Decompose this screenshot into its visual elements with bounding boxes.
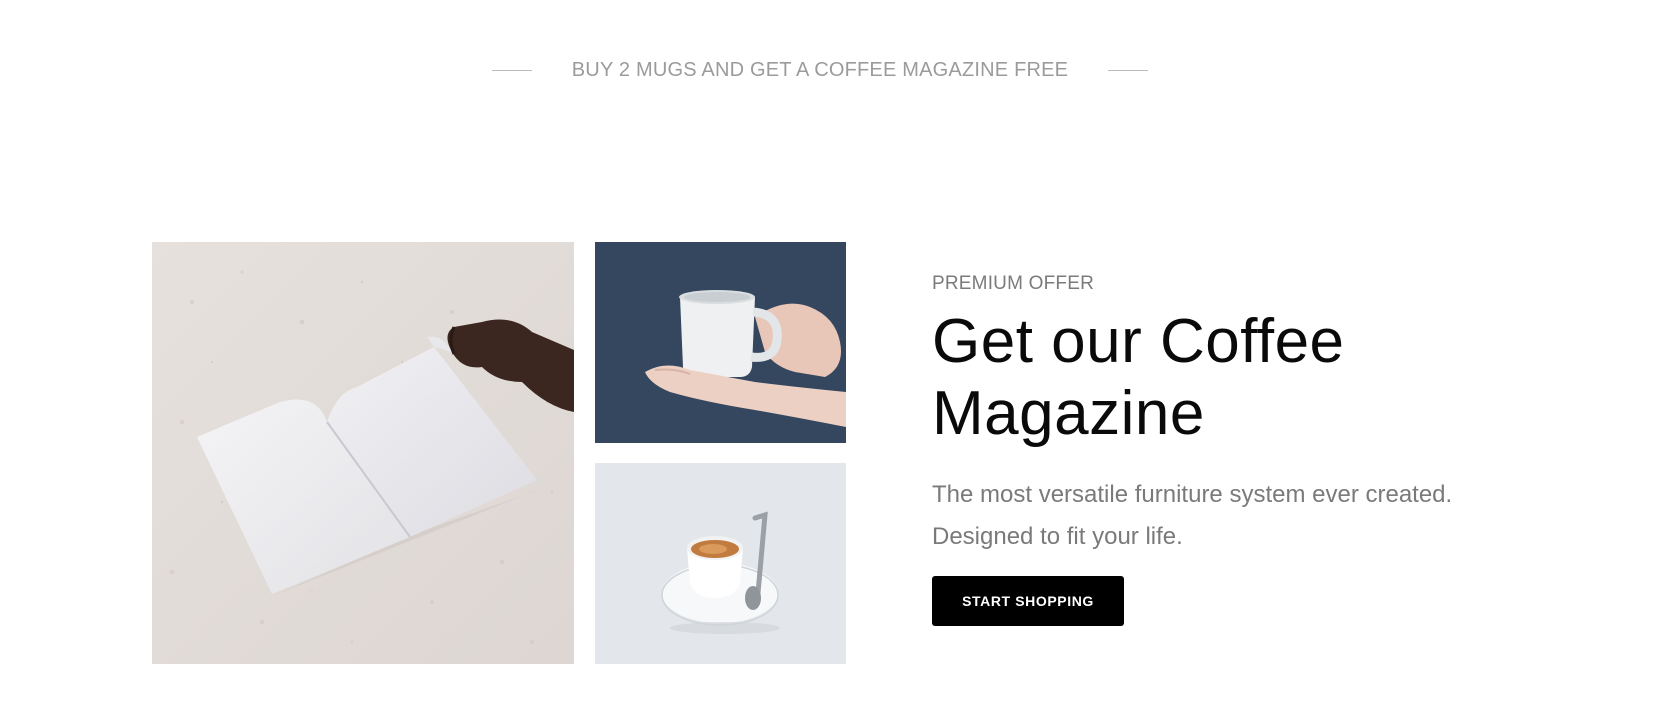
espresso-photo	[595, 463, 846, 664]
promo-left-rule	[491, 69, 532, 71]
description-line-1: The most versatile furniture system ever…	[932, 481, 1453, 508]
promo-right-rule	[1108, 69, 1149, 71]
headline-line-1: Get our Coffee	[932, 307, 1345, 376]
offer-headline: Get our Coffee Magazine	[932, 306, 1572, 450]
offer-section: PREMIUM OFFER Get our Coffee Magazine Th…	[932, 270, 1572, 626]
mug-photo	[595, 242, 846, 443]
magazine-photo	[152, 242, 574, 664]
headline-line-2: Magazine	[932, 379, 1205, 448]
start-shopping-button[interactable]: START SHOPPING	[932, 576, 1124, 626]
promo-banner: BUY 2 MUGS AND GET A COFFEE MAGAZINE FRE…	[0, 55, 1640, 85]
offer-description: The most versatile furniture system ever…	[932, 474, 1572, 558]
description-line-2: Designed to fit your life.	[932, 523, 1183, 550]
offer-eyebrow: PREMIUM OFFER	[932, 273, 1094, 294]
promo-text: BUY 2 MUGS AND GET A COFFEE MAGAZINE FRE…	[571, 59, 1069, 81]
